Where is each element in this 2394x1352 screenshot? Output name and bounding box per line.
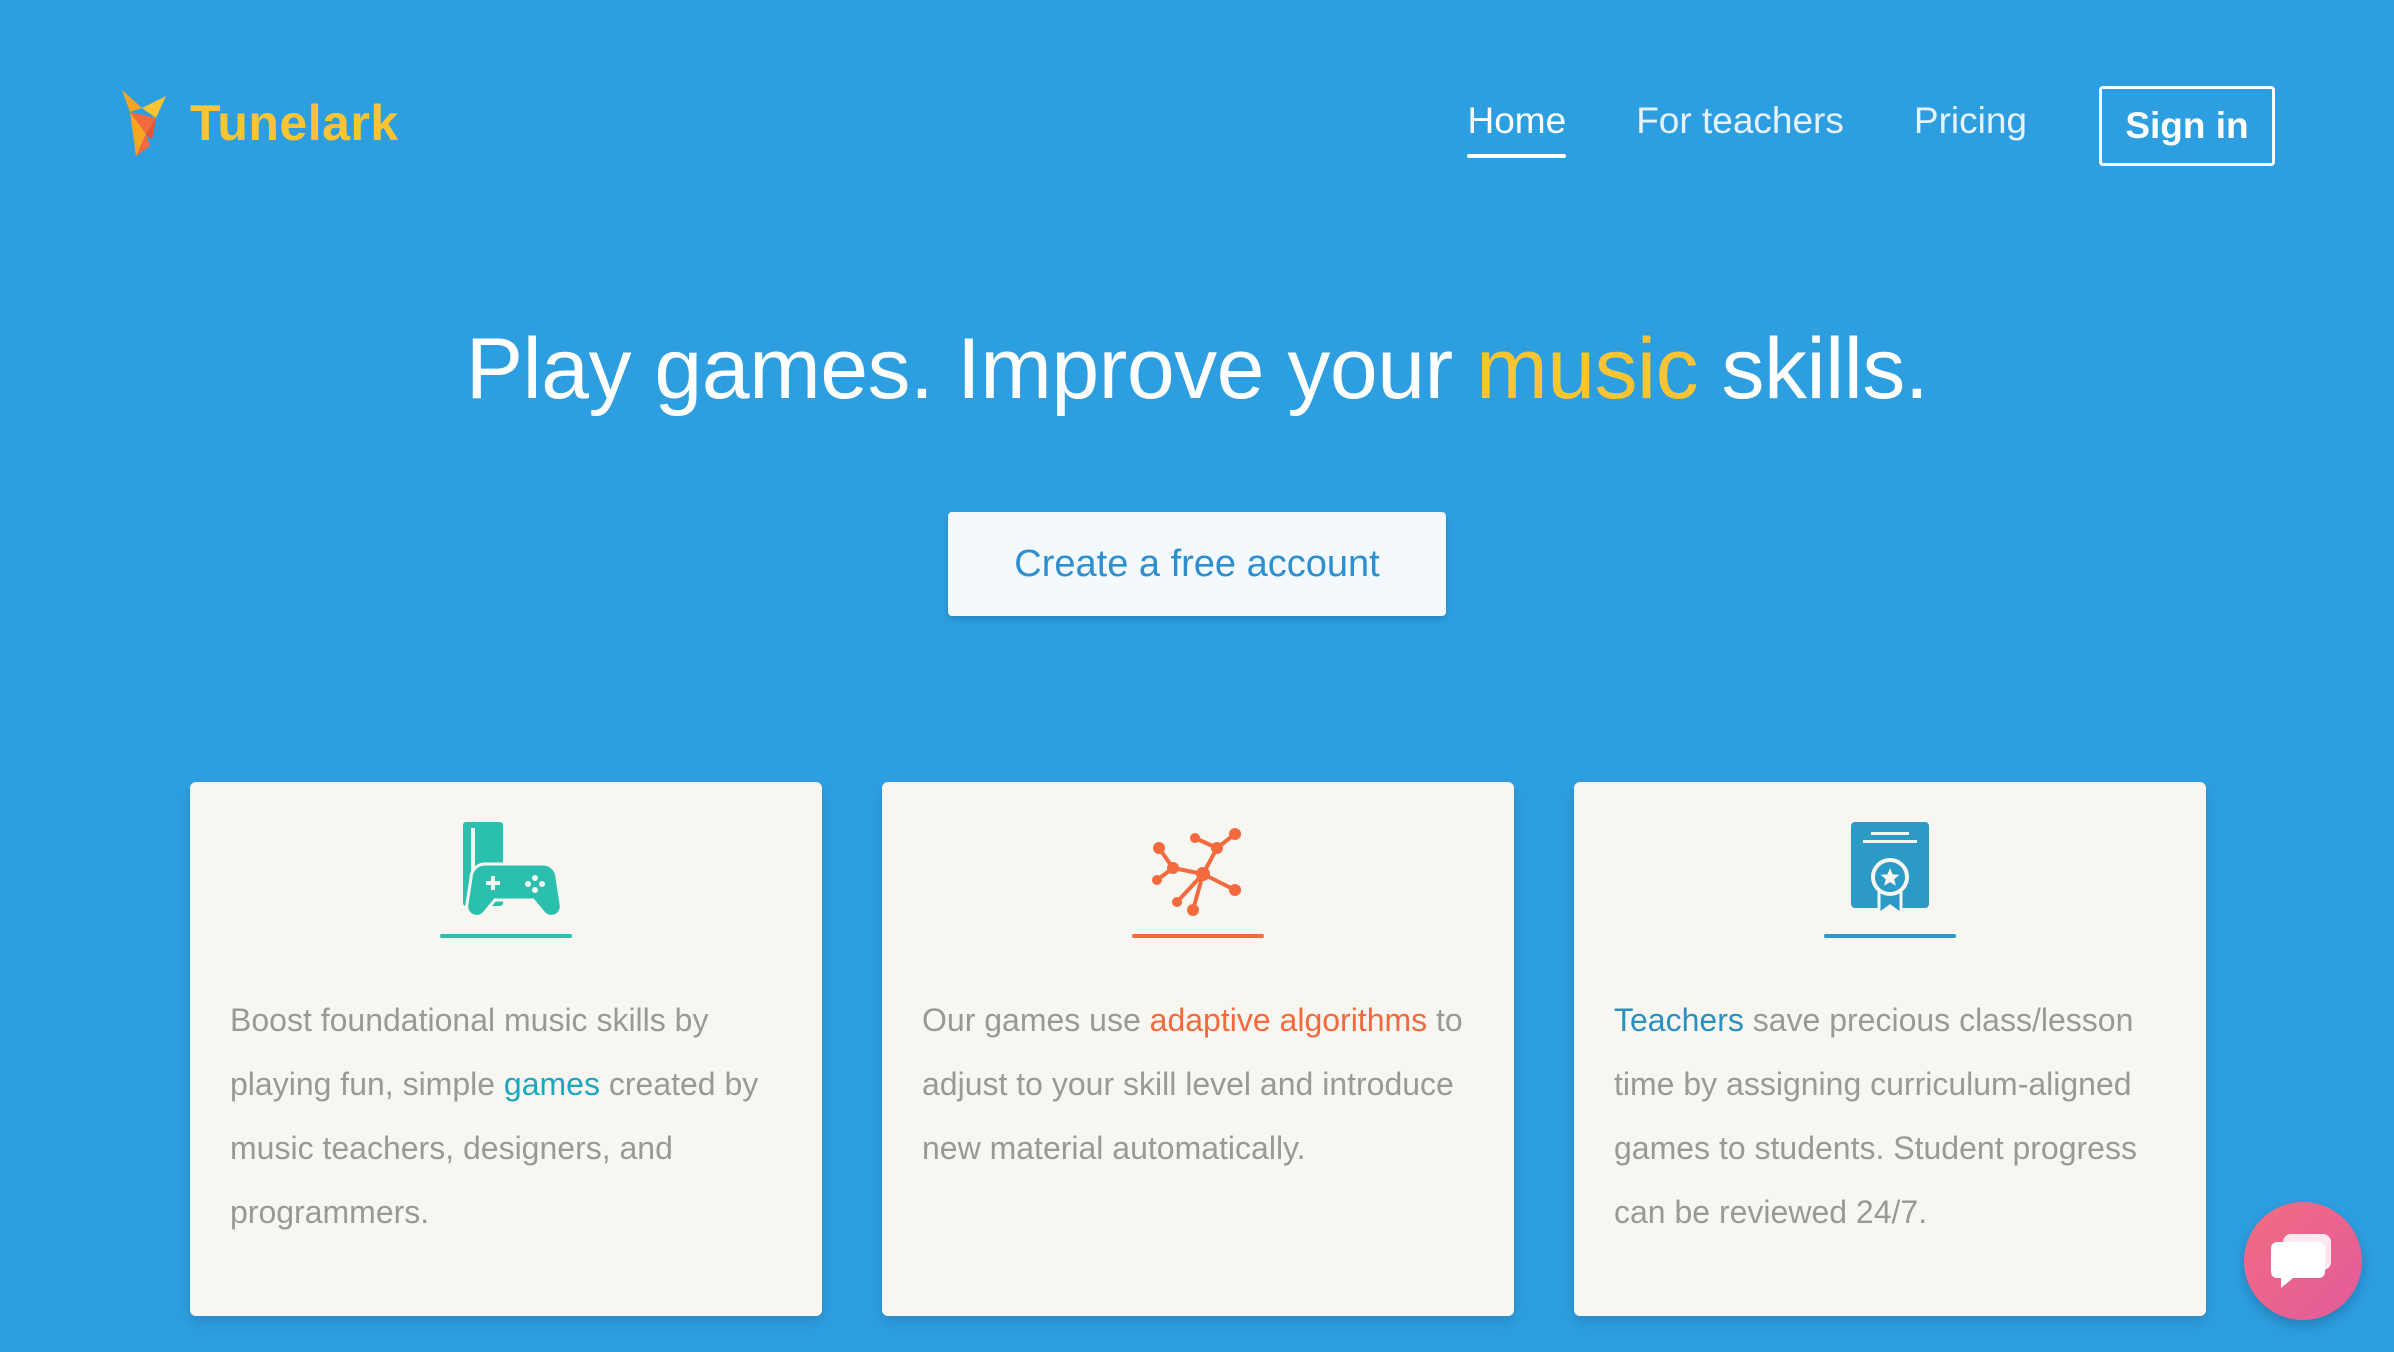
feature-card-games: Boost foundational music skills by playi… — [190, 782, 822, 1316]
chat-launcher-button[interactable] — [2244, 1202, 2362, 1320]
nav-home[interactable]: Home — [1467, 100, 1566, 158]
logo-text: Tunelark — [190, 95, 399, 151]
nav-pricing[interactable]: Pricing — [1914, 100, 2027, 152]
card-text: Teachers save precious class/lesson time… — [1614, 988, 2166, 1244]
feature-card-teachers: Teachers save precious class/lesson time… — [1574, 782, 2206, 1316]
highlight-teachers: Teachers — [1614, 1002, 1744, 1038]
card-divider — [1824, 934, 1956, 938]
hero-title-part: skills. — [1698, 321, 1929, 417]
highlight-games: games — [503, 1066, 600, 1102]
create-account-button[interactable]: Create a free account — [948, 512, 1446, 616]
card-divider — [1132, 934, 1264, 938]
nav-for-teachers[interactable]: For teachers — [1636, 100, 1844, 152]
hero-title-highlight: music — [1476, 321, 1699, 417]
network-nodes-icon — [1152, 828, 1241, 916]
bird-logo-icon — [122, 90, 166, 156]
logo-link[interactable]: Tunelark — [116, 88, 399, 158]
game-console-icon — [463, 822, 561, 918]
card-text: Boost foundational music skills by playi… — [230, 988, 782, 1244]
card-divider — [440, 934, 572, 938]
sign-in-button[interactable]: Sign in — [2099, 86, 2275, 166]
certificate-icon — [1851, 822, 1929, 917]
card-text-part: Our games use — [922, 1002, 1150, 1038]
hero-title-part: Play games. Improve your — [465, 321, 1477, 417]
chat-bubble-icon — [2271, 1234, 2331, 1288]
hero-title: Play games. Improve your music skills. — [0, 320, 2394, 419]
card-text: Our games use adaptive algorithms to adj… — [922, 988, 1474, 1180]
highlight-adaptive-algorithms: adaptive algorithms — [1149, 1002, 1428, 1038]
main-nav: Home For teachers Pricing Sign in — [1397, 86, 2275, 166]
feature-card-algorithms: Our games use adaptive algorithms to adj… — [882, 782, 1514, 1316]
